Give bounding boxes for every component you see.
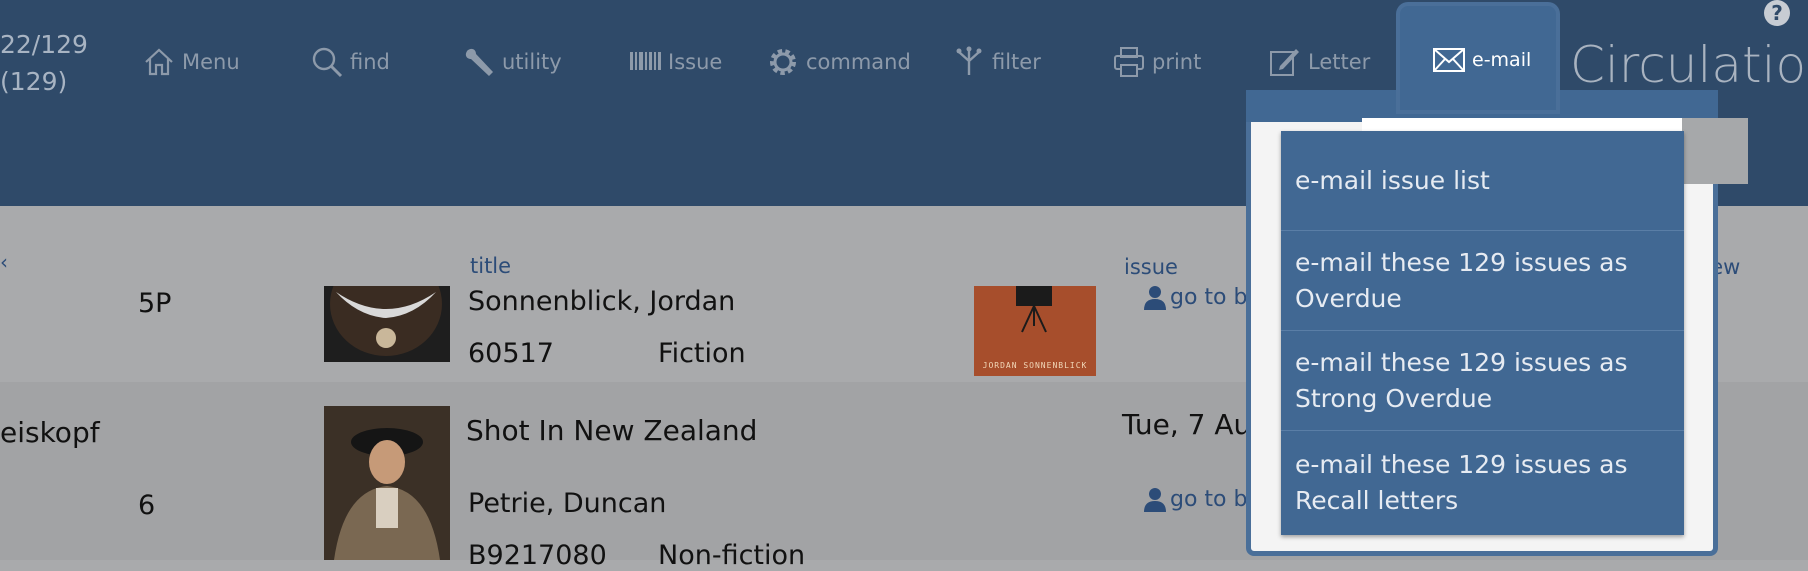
help-icon[interactable]: ? [1764,0,1790,26]
search-input-shade [1682,118,1748,184]
column-header-fragment: ‹ [0,250,8,274]
nav-menu-label: Menu [182,50,240,74]
nav-filter[interactable]: filter [952,42,1041,82]
row-author: Petrie, Duncan [468,488,667,519]
row-author: Sonnenblick, Jordan [468,286,736,317]
column-header-title: title [470,254,512,278]
row-borrower-name: eiskopf [0,416,100,449]
nav-filter-label: filter [992,50,1041,74]
nav-command-label: command [806,50,911,74]
column-header-issue: issue [1124,255,1178,279]
counter-current: 22/129 [0,30,88,59]
nav-letter-label: Letter [1308,50,1371,74]
edit-icon [1268,45,1308,79]
nav-issue[interactable]: Issue [628,42,722,82]
app-title: Circulation [1570,36,1808,94]
menu-item-email-recall[interactable]: e-mail these 129 issues as Recall letter… [1281,431,1684,535]
search-icon [310,45,350,79]
menu-item-email-issue-list[interactable]: e-mail issue list [1281,131,1684,231]
nav-find-label: find [350,50,390,74]
gear-icon [766,45,806,79]
nav-utility[interactable]: utility [462,42,562,82]
nav-letter[interactable]: Letter [1268,42,1370,82]
book-cover: JORDAN SONNENBLICK [974,286,1096,376]
tab-email-label: e-mail [1472,49,1532,71]
filter-icon [952,45,992,79]
nav-print-label: print [1152,50,1202,74]
author-photo [324,406,450,560]
menu-item-email-strong-overdue[interactable]: e-mail these 129 issues as Strong Overdu… [1281,331,1684,431]
row-barcode: B9217080 [468,540,607,571]
user-icon [1144,488,1166,512]
row-type: Non-fiction [658,540,806,571]
row-barcode: 60517 [468,338,554,369]
nav-find[interactable]: find [310,42,390,82]
row-title[interactable]: Shot In New Zealand [466,414,757,447]
menu-item-email-overdue[interactable]: e-mail these 129 issues as Overdue [1281,231,1684,331]
nav-utility-label: utility [502,50,562,74]
wrench-icon [462,45,502,79]
nav-issue-label: Issue [668,50,723,74]
book-cover-text: JORDAN SONNENBLICK [982,361,1088,370]
envelope-icon [1433,48,1465,72]
author-photo [324,286,450,362]
nav-print[interactable]: print [1112,42,1201,82]
home-icon [142,45,182,79]
nav-menu[interactable]: Menu [142,42,240,82]
row-class: 5P [138,288,172,319]
email-menu: e-mail issue list e-mail these 129 issue… [1281,131,1684,535]
barcode-icon [628,45,668,79]
printer-icon [1112,45,1152,79]
counter-total: (129) [0,67,68,96]
user-icon [1144,286,1166,310]
record-counter: 22/129 (129) [0,26,88,100]
row-class: 6 [138,490,156,521]
row-type: Fiction [658,338,746,369]
tab-email-label-group[interactable]: e-mail [1432,46,1531,74]
nav-command[interactable]: command [766,42,911,82]
